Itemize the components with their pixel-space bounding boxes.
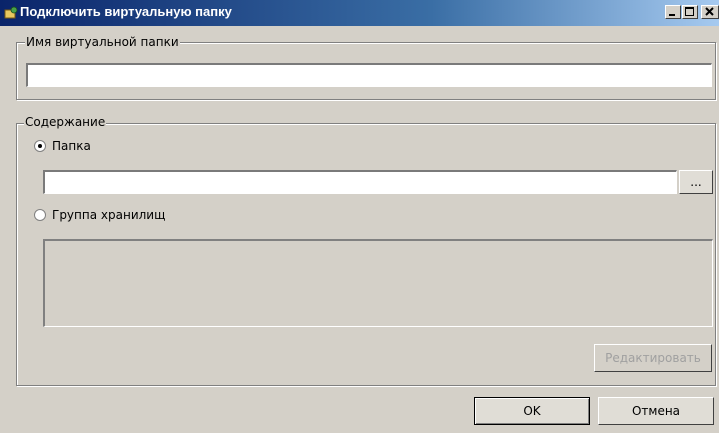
folder-radio[interactable]: Папка xyxy=(34,139,91,153)
edit-button[interactable]: Редактировать xyxy=(594,344,712,372)
maximize-button[interactable] xyxy=(682,5,698,19)
folder-link-icon xyxy=(4,6,18,20)
minimize-button[interactable] xyxy=(665,5,681,19)
window-title: Подключить виртуальную папку xyxy=(20,4,232,19)
minimize-icon xyxy=(669,14,675,16)
dialog-window: Подключить виртуальную папку Имя виртуал… xyxy=(0,0,719,433)
storage-group-radio[interactable]: Группа хранилищ xyxy=(34,208,165,222)
virtual-folder-name-input[interactable] xyxy=(26,63,712,87)
title-bar[interactable]: Подключить виртуальную папку xyxy=(0,0,719,26)
content-legend: Содержание xyxy=(24,115,107,129)
close-button[interactable] xyxy=(701,5,719,19)
storage-group-list[interactable] xyxy=(43,239,713,327)
folder-path-input[interactable] xyxy=(43,170,677,194)
ok-button[interactable]: OK xyxy=(474,397,590,425)
virtual-folder-name-legend: Имя виртуальной папки xyxy=(25,35,180,49)
storage-group-radio-label: Группа хранилищ xyxy=(52,208,166,222)
storage-group-radio-dot xyxy=(34,209,46,221)
close-icon xyxy=(705,7,714,16)
folder-radio-dot xyxy=(34,140,46,152)
folder-radio-label: Папка xyxy=(52,139,91,153)
cancel-button[interactable]: Отмена xyxy=(598,397,714,425)
browse-button[interactable]: ... xyxy=(679,170,713,194)
maximize-icon xyxy=(685,7,694,16)
